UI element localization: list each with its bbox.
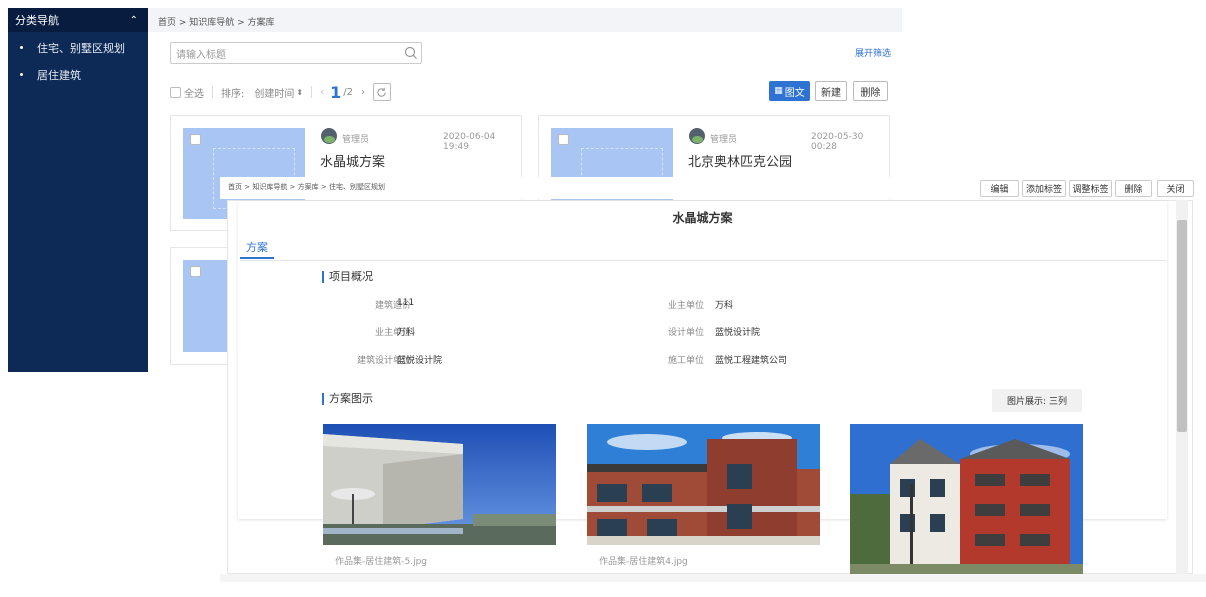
sidebar-title: 分类导航 — [15, 14, 59, 27]
building-photo-1 — [323, 424, 556, 545]
breadcrumb: 首页 > 知识库导航 > 方案库 — [158, 18, 275, 28]
card-checkbox[interactable] — [190, 134, 201, 145]
plan-card[interactable] — [170, 247, 231, 365]
select-all-checkbox[interactable] — [170, 86, 181, 98]
edit-button[interactable]: 编辑 — [980, 180, 1019, 197]
field-value: 111 — [397, 298, 415, 308]
building-photo-3 — [850, 424, 1083, 574]
detail-breadcrumb: 首页 > 知识库导航 > 方案库 > 住宅、别墅区规划 — [228, 183, 385, 191]
field-label: 建筑设计单位 — [356, 356, 411, 366]
bullet-icon — [20, 46, 23, 49]
sort-label: 排序: — [221, 88, 245, 100]
building-photo-2 — [587, 424, 820, 545]
card-title[interactable]: 水晶城方案 — [320, 151, 385, 170]
tab-underline — [240, 260, 1166, 261]
image-caption: 作品集-居住建筑4.jpg — [599, 557, 688, 567]
sort-field[interactable]: 创建时间 — [254, 85, 294, 100]
prev-page-icon[interactable]: ‹ — [320, 87, 324, 98]
avatar — [689, 128, 705, 144]
plan-image[interactable] — [323, 424, 556, 545]
card-user: 管理员 — [342, 135, 370, 145]
list-toolbar: 全选 排序: 创建时间 ⬍ ‹ 1 /2 › — [170, 82, 391, 102]
field-value: 蓝悦设计院 — [715, 328, 761, 338]
delete-detail-button[interactable]: 删除 — [1115, 180, 1152, 197]
refresh-button[interactable] — [372, 83, 391, 101]
close-button[interactable]: 关闭 — [1157, 180, 1194, 197]
sidebar-item-label: 居住建筑 — [37, 68, 81, 82]
section-overview-title: 项目概况 — [322, 271, 373, 283]
field-value: 蓝悦设计院 — [397, 356, 443, 366]
scrollbar[interactable] — [1176, 200, 1188, 574]
current-page: 1 — [330, 82, 342, 102]
card-user: 管理员 — [710, 135, 738, 145]
bullet-icon — [20, 73, 23, 76]
grid-view-button[interactable]: ▦ 图文 — [769, 81, 810, 101]
sidebar-item-residential-building[interactable]: 居住建筑 — [8, 61, 148, 88]
search-icon[interactable] — [404, 46, 418, 60]
sidebar-item-label: 住宅、别墅区规划 — [37, 41, 125, 55]
field-label: 业主单位 — [374, 328, 411, 338]
adjust-tag-button[interactable]: 调整标签 — [1069, 180, 1112, 197]
sidebar: 分类导航 ⌃ 住宅、别墅区规划 居住建筑 — [8, 8, 148, 372]
scrollbar-thumb[interactable] — [1177, 220, 1187, 432]
sidebar-header[interactable]: 分类导航 ⌃ — [8, 8, 148, 32]
section-images-title: 方案图示 — [322, 393, 373, 405]
total-pages: /2 — [343, 86, 353, 98]
field-value: 万科 — [397, 328, 416, 338]
field-value: 万科 — [715, 301, 734, 311]
select-all-label: 全选 — [184, 88, 204, 100]
divider — [212, 86, 213, 98]
detail-panel: 水晶城方案 方案 项目概况 建筑造价 111 业主单位 万科 业主单位 万科 设… — [227, 200, 1193, 574]
image-layout-button[interactable]: 图片展示: 三列 — [992, 389, 1082, 412]
sort-toggle-icon[interactable]: ⬍ — [296, 88, 303, 97]
field-label: 业主单位 — [667, 301, 704, 311]
next-page-icon[interactable]: › — [361, 87, 365, 98]
add-tag-button[interactable]: 添加标签 — [1022, 180, 1066, 197]
refresh-icon — [377, 87, 387, 97]
field-label: 设计单位 — [667, 328, 704, 338]
divider — [311, 86, 313, 98]
delete-button[interactable]: 删除 — [853, 81, 888, 101]
card-checkbox[interactable] — [558, 134, 569, 145]
field-label: 施工单位 — [667, 356, 704, 366]
sidebar-item-residential-planning[interactable]: 住宅、别墅区规划 — [8, 34, 148, 61]
new-button[interactable]: 新建 — [815, 81, 847, 101]
field-label: 建筑造价 — [374, 301, 411, 311]
plan-image[interactable] — [850, 424, 1083, 574]
tab-plan[interactable]: 方案 — [240, 239, 274, 259]
chevron-up-icon[interactable]: ⌃ — [130, 15, 138, 26]
detail-title: 水晶城方案 — [672, 211, 733, 225]
plan-image[interactable] — [587, 424, 820, 545]
field-value: 蓝悦工程建筑公司 — [715, 356, 788, 366]
card-date: 2020-05-30 00:28 — [811, 132, 864, 152]
search-input[interactable]: 请输入标题 — [170, 42, 422, 64]
expand-filter-link[interactable]: 展开筛选 — [855, 46, 891, 59]
card-thumbnail — [183, 260, 231, 352]
card-date: 2020-06-04 19:49 — [443, 132, 496, 152]
card-checkbox[interactable] — [190, 266, 201, 277]
panel-bottom-edge — [220, 574, 1206, 582]
grid-icon: ▦ — [774, 86, 783, 96]
search-placeholder: 请输入标题 — [176, 49, 226, 61]
image-caption: 作品集-居住建筑-5.jpg — [335, 557, 428, 567]
card-title[interactable]: 北京奥林匹克公园 — [688, 151, 792, 170]
grid-view-label: 图文 — [784, 87, 805, 99]
avatar — [321, 128, 337, 144]
